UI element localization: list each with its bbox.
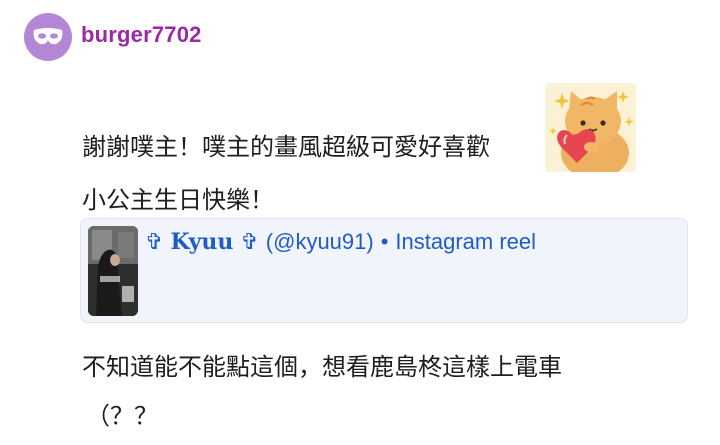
separator-dot: •: [380, 229, 389, 254]
cross-icon: ✞: [240, 230, 259, 255]
cat-holding-heart-sticker: [545, 83, 636, 172]
post-text-line: 小公主生日快樂！: [82, 186, 274, 214]
embed-account-name: Kyuu: [170, 229, 234, 255]
cross-icon: ✞: [145, 230, 164, 255]
embed-handle: (@kyuu91): [265, 229, 374, 254]
embed-type: Instagram reel: [395, 229, 537, 254]
instagram-embed-card[interactable]: ✞ Kyuu ✞ (@kyuu91) • Instagram reel: [80, 218, 688, 323]
embed-title-link[interactable]: ✞ Kyuu ✞ (@kyuu91) • Instagram reel: [145, 229, 536, 255]
avatar[interactable]: [24, 13, 72, 61]
reel-thumbnail[interactable]: [88, 226, 138, 316]
mask-icon: [33, 28, 63, 45]
username[interactable]: burger7702: [81, 22, 202, 48]
post-text-line: 不知道能不能點這個，想看鹿島柊這樣上電車: [82, 353, 562, 381]
post-text-line: 謝謝噗主！噗主的畫風超級可愛好喜歡: [82, 133, 490, 161]
post-text-line: （？？: [86, 402, 158, 430]
